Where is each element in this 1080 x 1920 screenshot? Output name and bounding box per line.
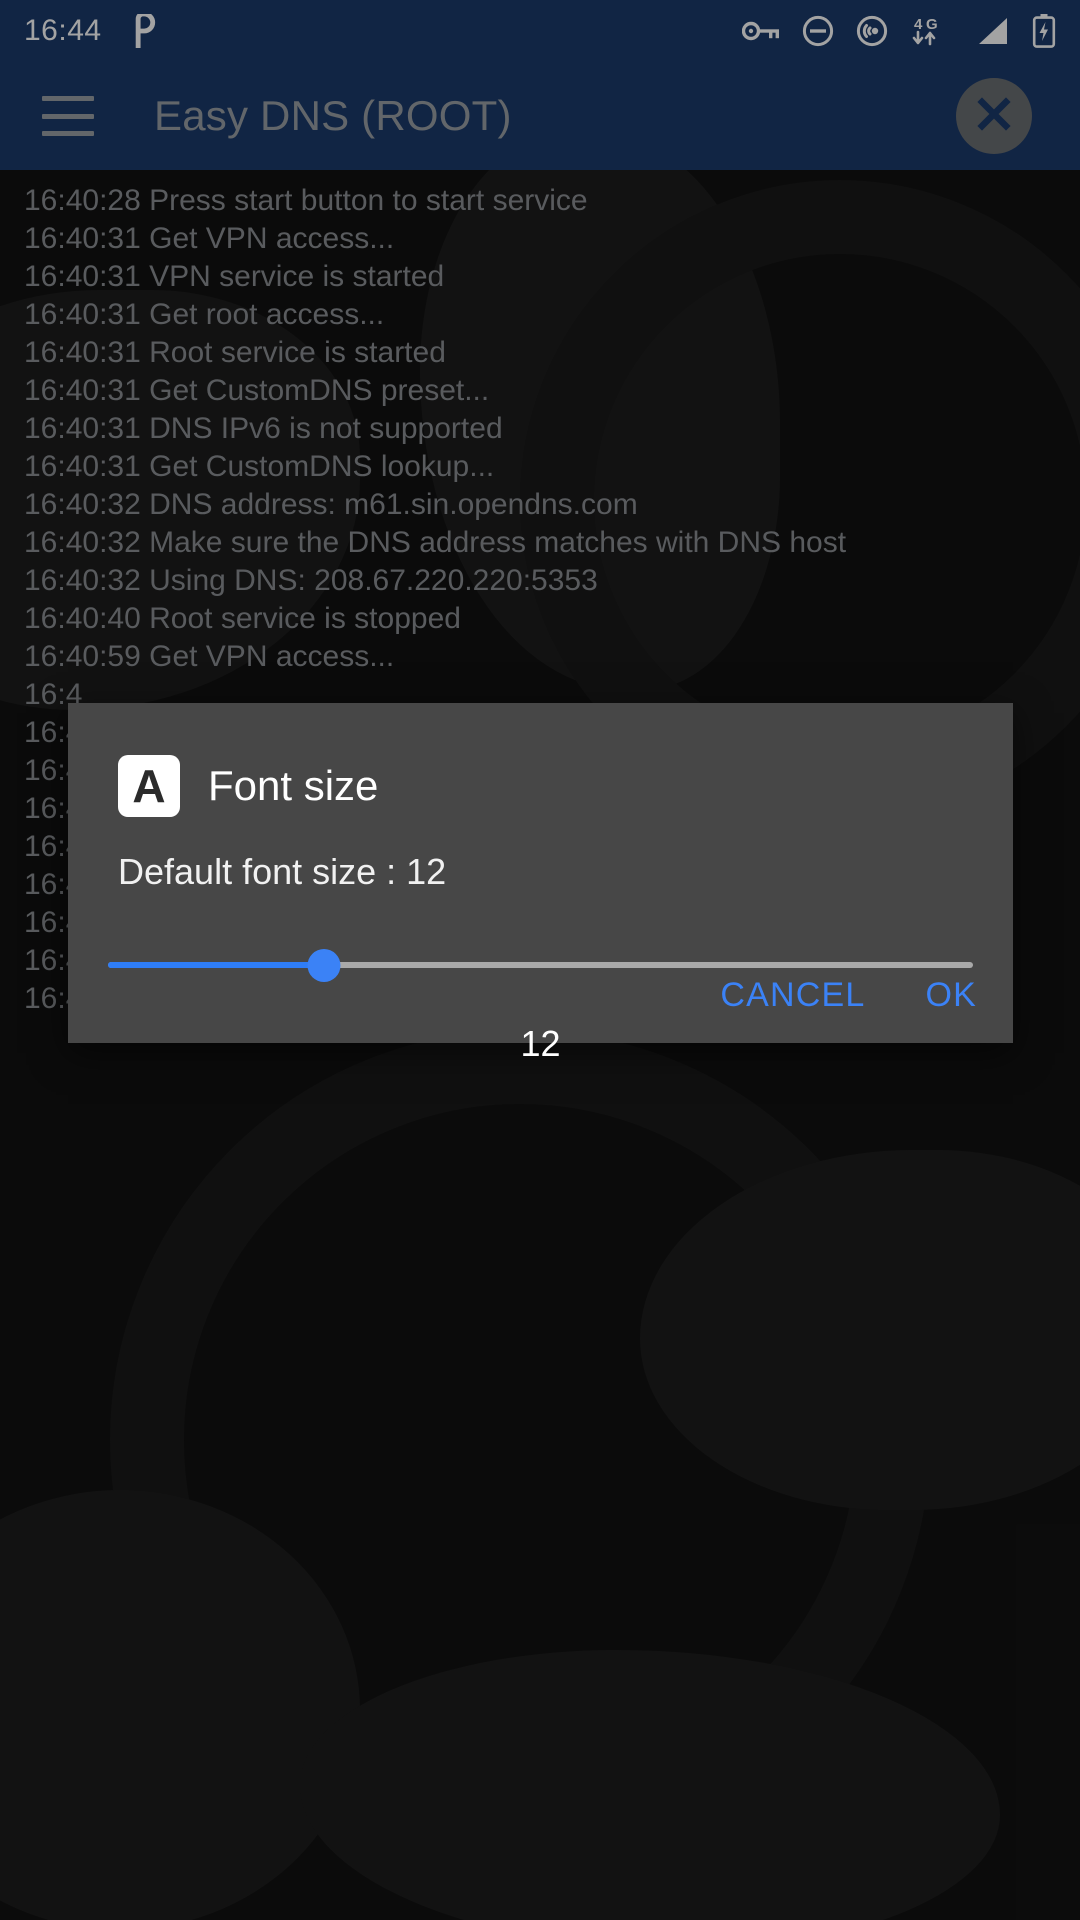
slider-thumb[interactable]	[307, 949, 341, 982]
a-icon-letter: A	[132, 760, 166, 812]
dialog-title: Font size	[208, 762, 379, 809]
dialog-subtitle: Default font size : 12	[118, 851, 447, 892]
slider-value-label: 12	[520, 1023, 561, 1064]
dialog-title-row: A Font size	[68, 703, 1013, 817]
cancel-button[interactable]: CANCEL	[720, 976, 865, 1015]
font-size-dialog: A Font size Default font size : 12 12 CA…	[68, 703, 1013, 1064]
ok-button[interactable]: OK	[925, 976, 977, 1015]
phone-screen: 16:40:28 Press start button to start ser…	[0, 0, 1080, 1920]
slider-fill	[108, 962, 325, 968]
dialog-actions: CANCEL OK	[720, 976, 977, 1015]
font-size-A-icon: A	[118, 755, 180, 817]
